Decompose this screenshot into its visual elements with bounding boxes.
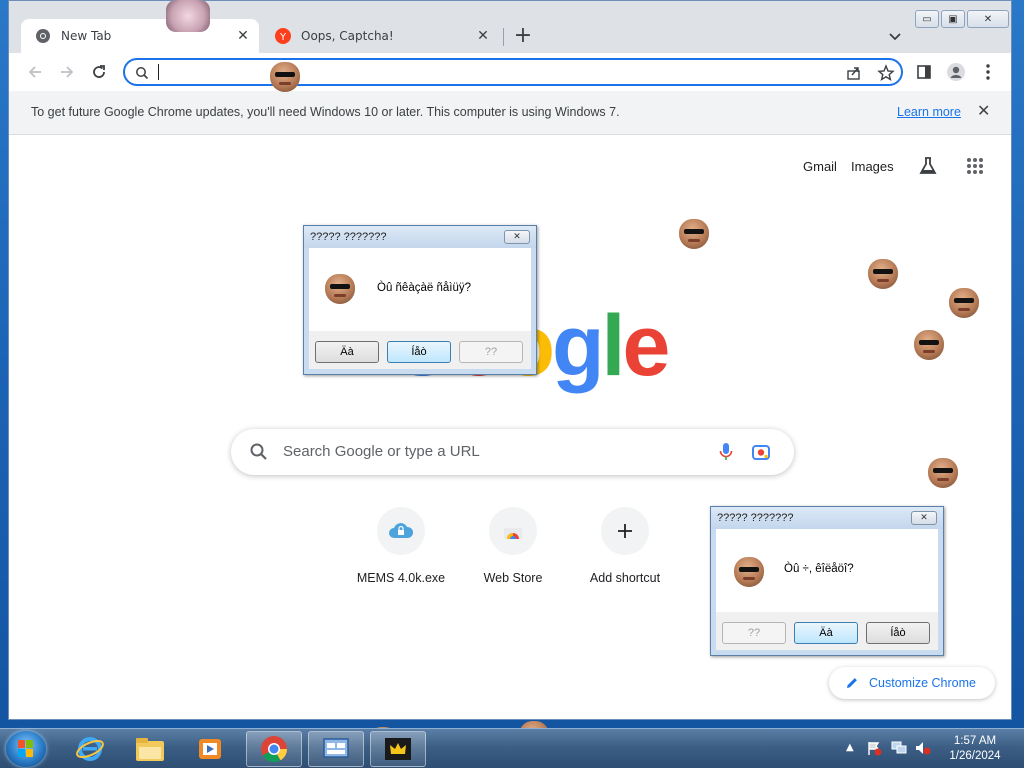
- face-sticker-icon: [949, 288, 979, 318]
- tab-separator: [503, 28, 504, 46]
- labs-flask-icon[interactable]: [917, 155, 939, 181]
- minimize-button[interactable]: ▭: [915, 10, 939, 28]
- taskbar-clock[interactable]: 1:57 AM 1/26/2024: [940, 734, 1010, 764]
- yes-button[interactable]: Äà: [315, 341, 379, 363]
- customize-chrome-button[interactable]: Customize Chrome: [829, 667, 995, 699]
- dialog-close-button[interactable]: ✕: [504, 230, 530, 244]
- address-input[interactable]: [155, 63, 835, 81]
- show-hidden-icons-icon[interactable]: ▲: [846, 742, 854, 753]
- close-infobar-icon[interactable]: ✕: [977, 101, 990, 121]
- dialog-button-row: Äà Íåò ??: [309, 331, 531, 369]
- tab-captcha[interactable]: Y Oops, Captcha! ✕: [261, 19, 499, 53]
- tab-search-chevron-icon[interactable]: [885, 27, 905, 47]
- address-bar[interactable]: [123, 58, 903, 86]
- profile-avatar-icon[interactable]: [946, 62, 966, 82]
- face-sticker-icon: [270, 62, 300, 92]
- web-store-icon: [489, 507, 537, 555]
- system-tray: ▲ 1:57 AM 1/26/2024: [840, 729, 1024, 768]
- no-button[interactable]: Íåò: [866, 622, 930, 644]
- back-arrow-icon[interactable]: [25, 62, 45, 82]
- start-button[interactable]: [6, 731, 46, 767]
- dialog-button-row: ?? Äà Íåò: [716, 612, 938, 650]
- network-icon[interactable]: [890, 740, 908, 760]
- shortcut-label: Add shortcut: [589, 571, 661, 585]
- clock-date: 1/26/2024: [949, 750, 1001, 762]
- learn-more-link[interactable]: Learn more: [897, 105, 961, 119]
- maximize-button[interactable]: ▣: [941, 10, 965, 28]
- side-panel-icon[interactable]: [914, 62, 934, 82]
- shortcut-label: MEMS 4.0k.exe: [356, 571, 446, 585]
- infobar-message: To get future Google Chrome updates, you…: [31, 105, 620, 119]
- tab-new-tab[interactable]: New Tab ✕: [21, 19, 259, 53]
- pencil-icon: [845, 676, 859, 690]
- face-sticker-icon: [928, 458, 958, 488]
- face-image-icon: [325, 274, 355, 304]
- clock-time: 1:57 AM: [953, 735, 997, 747]
- shortcut-label: Web Store: [483, 571, 543, 585]
- search-icon: [135, 65, 149, 84]
- face-sticker-icon: [914, 330, 944, 360]
- anime-sticker-icon: [166, 0, 210, 32]
- tab-title: Oops, Captcha!: [301, 29, 394, 43]
- images-link[interactable]: Images: [851, 159, 894, 174]
- search-placeholder: Search Google or type a URL: [283, 443, 480, 460]
- yandex-icon: Y: [275, 28, 291, 44]
- cloud-lock-icon: [377, 507, 425, 555]
- apps-grid-icon[interactable]: [966, 157, 984, 179]
- ntp-search-box[interactable]: Search Google or type a URL: [231, 429, 794, 475]
- close-tab-icon[interactable]: ✕: [233, 26, 253, 46]
- share-icon[interactable]: [845, 64, 863, 86]
- face-sticker-icon: [868, 259, 898, 289]
- no-button[interactable]: Íåò: [387, 341, 451, 363]
- app-window-icon[interactable]: [308, 731, 364, 767]
- shortcut-mems[interactable]: MEMS 4.0k.exe: [345, 507, 457, 585]
- reload-icon[interactable]: [89, 62, 109, 82]
- forward-arrow-icon[interactable]: [57, 62, 77, 82]
- shortcut-web-store[interactable]: Web Store: [457, 507, 569, 585]
- text-caret: [158, 64, 159, 80]
- toolbar: [9, 53, 1011, 91]
- dialog-body: Òû ÷, êîëåöî?: [716, 529, 938, 612]
- face-image-icon: [734, 557, 764, 587]
- bookmark-star-icon[interactable]: [877, 64, 895, 86]
- dialog-title: ????? ???????: [711, 507, 943, 529]
- customize-label: Customize Chrome: [869, 676, 976, 690]
- menu-kebab-icon[interactable]: [978, 62, 998, 82]
- taskbar: ▲ 1:57 AM 1/26/2024: [0, 728, 1024, 768]
- dialog-title: ????? ???????: [304, 226, 536, 248]
- disabled-button: ??: [459, 341, 523, 363]
- tab-strip: New Tab ✕ Y Oops, Captcha! ✕ + ▭ ▣ ✕: [9, 1, 1011, 53]
- dialog-message: Òû ÷, êîëåöî?: [784, 563, 854, 575]
- dialog-close-button[interactable]: ✕: [911, 511, 937, 525]
- chrome-icon: [35, 28, 51, 44]
- new-tab-button[interactable]: +: [511, 25, 535, 49]
- google-lens-camera-icon[interactable]: [751, 442, 771, 466]
- file-explorer-icon[interactable]: [122, 731, 178, 767]
- yes-button[interactable]: Äà: [794, 622, 858, 644]
- message-dialog-1: ????? ??????? ✕ Òû ñêàçàë ñåìüÿ? Äà Íåò …: [303, 225, 537, 375]
- close-window-button[interactable]: ✕: [967, 10, 1009, 28]
- window-controls: ▭ ▣ ✕: [915, 10, 1009, 28]
- dialog-message: Òû ñêàçàë ñåìüÿ?: [377, 282, 471, 294]
- volume-muted-icon[interactable]: [914, 740, 932, 760]
- tab-title: New Tab: [61, 29, 112, 43]
- media-player-icon[interactable]: [182, 731, 238, 767]
- disabled-button: ??: [722, 622, 786, 644]
- crown-app-icon[interactable]: [370, 731, 426, 767]
- face-sticker-icon: [679, 219, 709, 249]
- internet-explorer-icon[interactable]: [62, 731, 118, 767]
- add-shortcut-button[interactable]: Add shortcut: [569, 507, 681, 585]
- search-icon: [249, 442, 269, 466]
- action-center-flag-icon[interactable]: [866, 740, 882, 760]
- gmail-link[interactable]: Gmail: [803, 159, 837, 174]
- dialog-body: Òû ñêàçàë ñåìüÿ?: [309, 248, 531, 331]
- message-dialog-2: ????? ??????? ✕ Òû ÷, êîëåöî? ?? Äà Íåò: [710, 506, 944, 656]
- update-infobar: To get future Google Chrome updates, you…: [9, 91, 1011, 135]
- plus-icon: [601, 507, 649, 555]
- svg-text:Y: Y: [279, 32, 287, 43]
- close-tab-icon[interactable]: ✕: [473, 26, 493, 46]
- chrome-taskbar-icon[interactable]: [246, 731, 302, 767]
- voice-search-mic-icon[interactable]: [719, 442, 733, 466]
